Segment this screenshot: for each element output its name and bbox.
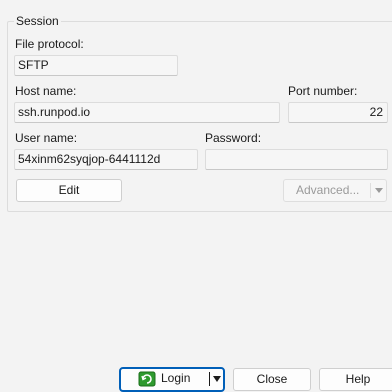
login-split-divider [209, 372, 210, 386]
advanced-label: Advanced... [296, 183, 360, 197]
host-name-field[interactable]: ssh.runpod.io [14, 102, 280, 123]
file-protocol-value: SFTP [18, 58, 49, 72]
login-icon [138, 371, 156, 387]
login-button[interactable]: Login [119, 367, 225, 392]
login-label: Login [161, 371, 191, 385]
file-protocol-label: File protocol: [15, 37, 84, 51]
host-name-label: Host name: [15, 84, 77, 98]
close-button[interactable]: Close [233, 368, 311, 391]
port-number-label: Port number: [288, 84, 358, 98]
advanced-button[interactable]: Advanced... [283, 179, 387, 202]
port-number-value: 22 [369, 105, 383, 119]
password-label: Password: [205, 131, 262, 145]
port-number-field[interactable]: 22 [288, 102, 388, 123]
login-dropdown-icon[interactable] [213, 376, 221, 382]
user-name-value: 54xinm62syqjop-6441112d [18, 152, 161, 166]
advanced-dropdown-icon[interactable] [375, 188, 383, 193]
session-legend: Session [14, 14, 61, 28]
user-name-label: User name: [15, 131, 78, 145]
edit-button[interactable]: Edit [16, 179, 122, 202]
help-button[interactable]: Help [319, 368, 392, 391]
user-name-field[interactable]: 54xinm62syqjop-6441112d [14, 149, 198, 170]
host-name-value: ssh.runpod.io [18, 105, 91, 119]
password-field[interactable] [205, 149, 388, 170]
file-protocol-select[interactable]: SFTP [14, 55, 178, 76]
advanced-split-divider [370, 183, 371, 198]
